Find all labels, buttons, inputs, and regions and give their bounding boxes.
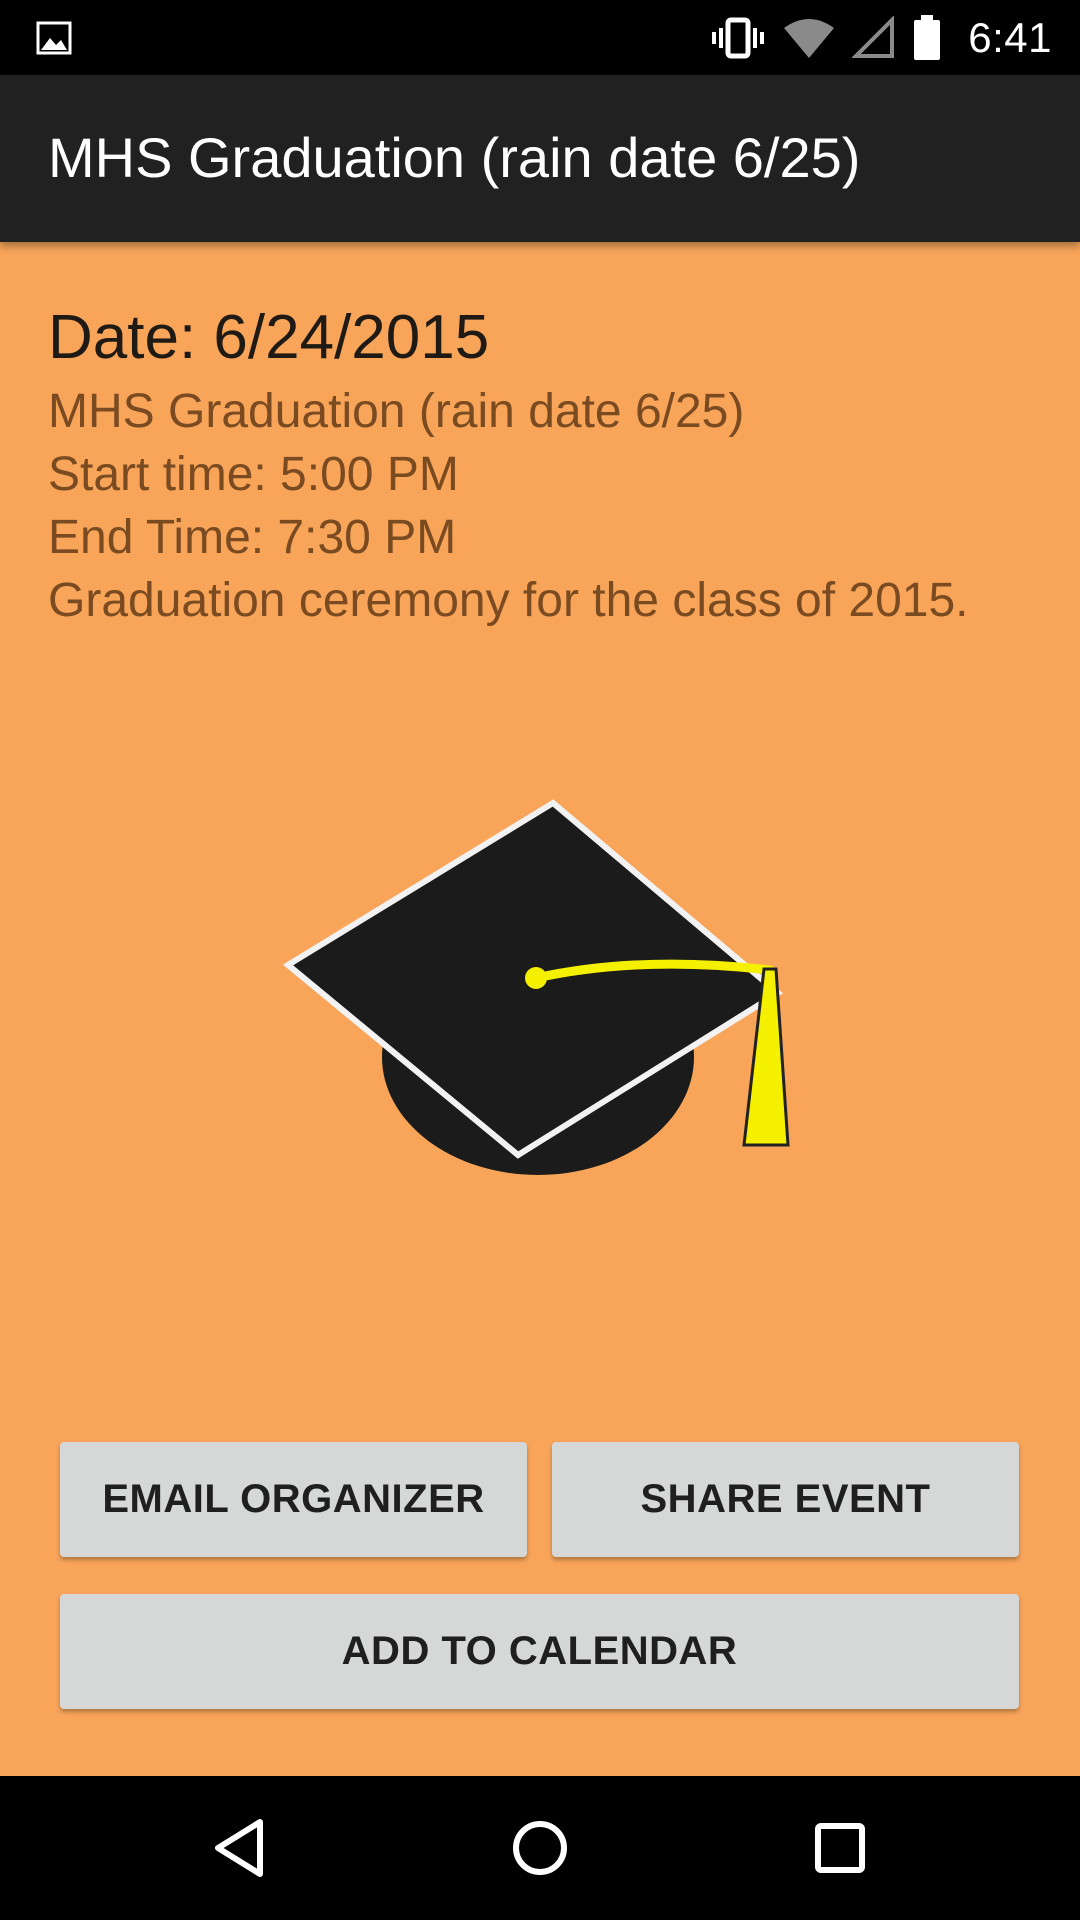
gallery-icon [36,21,72,55]
email-organizer-button[interactable]: EMAIL ORGANIZER [60,1442,527,1557]
add-to-calendar-button[interactable]: ADD TO CALENDAR [60,1594,1019,1709]
home-button[interactable] [490,1798,590,1898]
back-icon [215,1819,263,1877]
navigation-bar [0,1776,1080,1920]
recents-button[interactable] [790,1798,890,1898]
share-event-button[interactable]: SHARE EVENT [552,1442,1019,1557]
signal-icon [852,15,895,58]
home-icon [513,1821,567,1875]
battery-icon [914,14,941,60]
event-start-time: Start time: 5:00 PM [48,448,459,501]
event-info: MHS Graduation (rain date 6/25) Start ti… [48,380,1038,632]
event-date: Date: 6/24/2015 [48,303,490,372]
status-icons: 6:41 [710,0,1052,75]
page-title: MHS Graduation (rain date 6/25) [48,126,861,189]
event-name: MHS Graduation (rain date 6/25) [48,385,745,438]
screen: 6:41 MHS Graduation (rain date 6/25) Dat… [0,0,1080,1920]
graduation-cap-icon [282,799,790,1175]
event-details: Date: 6/24/2015 MHS Graduation (rain dat… [48,300,1038,632]
wifi-icon [784,18,835,58]
back-button[interactable] [190,1798,290,1898]
event-end-time: End Time: 7:30 PM [48,511,457,564]
event-description: Graduation ceremony for the class of 201… [48,574,969,627]
status-bar: 6:41 [0,0,1080,75]
status-clock: 6:41 [968,13,1052,61]
vibrate-icon [712,17,765,58]
app-toolbar: MHS Graduation (rain date 6/25) [0,75,1080,242]
recents-icon [815,1823,865,1873]
